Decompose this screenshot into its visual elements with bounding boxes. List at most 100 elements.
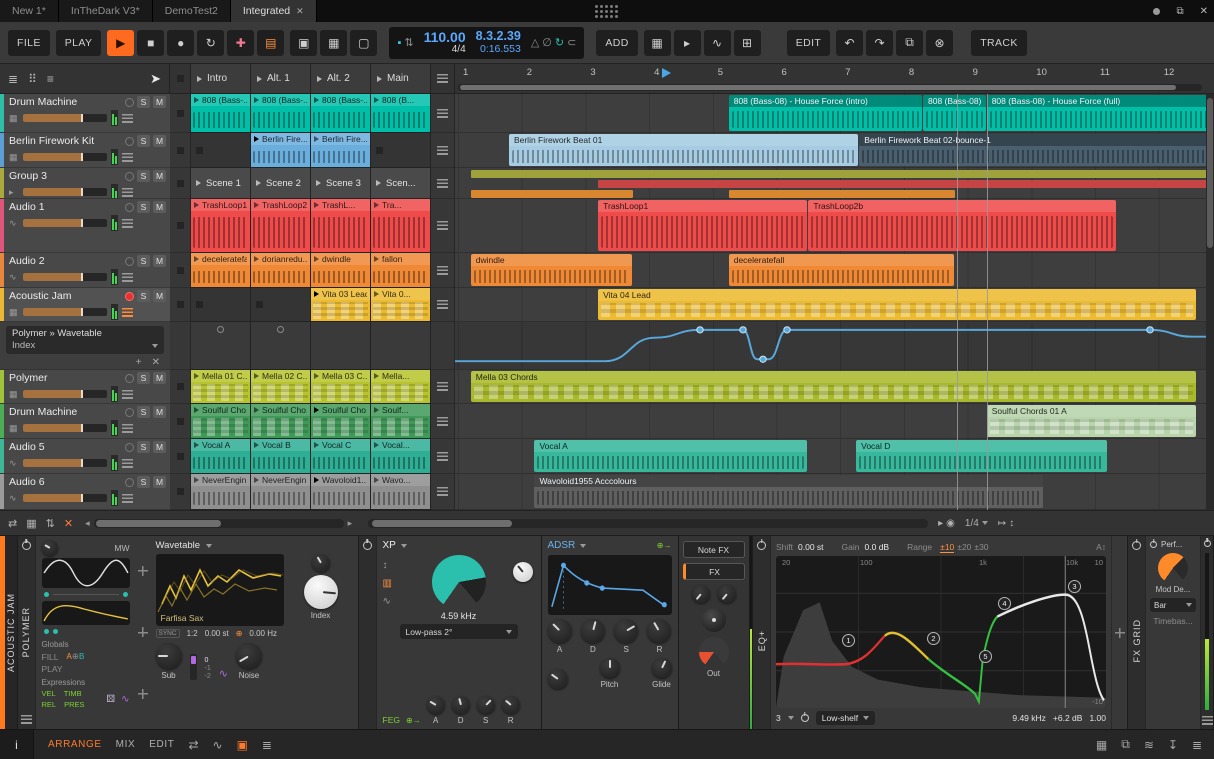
clip-stop-button[interactable] bbox=[170, 168, 190, 199]
crossfade-mode-icon[interactable]: ▢ bbox=[350, 29, 378, 56]
mappings-icon[interactable]: ≋ bbox=[1144, 738, 1154, 752]
launcher-clip[interactable]: TrashLoop1 bbox=[191, 199, 251, 252]
clip-play-icon[interactable] bbox=[314, 407, 319, 413]
launcher-clip[interactable]: Berlin Fire... bbox=[251, 133, 311, 167]
xp-device-name[interactable]: XP bbox=[383, 540, 396, 551]
duplicate-icon[interactable]: ⧉ bbox=[896, 29, 924, 56]
add-filter-icon[interactable] bbox=[137, 627, 148, 638]
track-header[interactable]: Berlin Firework Kit S M ▦ bbox=[0, 133, 170, 168]
adsr-knobs-knob[interactable]: A bbox=[547, 619, 572, 654]
engine-status-icon[interactable] bbox=[1153, 7, 1161, 15]
scene-header[interactable]: Alt. 1 bbox=[251, 64, 311, 93]
clip-play-icon[interactable] bbox=[314, 373, 319, 379]
arranger-clip[interactable]: Mella 03 Chords bbox=[470, 371, 1196, 402]
project-panel-icon[interactable]: ⧉ bbox=[1121, 737, 1130, 752]
time-signature-value[interactable]: 4/4 bbox=[452, 44, 466, 56]
automation-curve[interactable] bbox=[455, 322, 1206, 369]
mute-button[interactable]: M bbox=[153, 170, 166, 182]
volume-slider[interactable] bbox=[23, 273, 107, 281]
play-scene-icon[interactable] bbox=[317, 75, 322, 82]
arranger-clip[interactable]: Vocal D bbox=[856, 440, 1107, 472]
track-header[interactable]: Polymer S M ▦ bbox=[0, 370, 170, 404]
automation-add-button[interactable]: + bbox=[136, 357, 142, 368]
clip-stop-button[interactable] bbox=[170, 133, 190, 168]
xp-mode-icon[interactable]: ▥ bbox=[383, 578, 392, 589]
fx-button[interactable]: FX bbox=[682, 563, 745, 580]
launcher-clip[interactable]: Mella... bbox=[371, 370, 431, 403]
launcher-clip[interactable]: Wavoloid1... bbox=[311, 474, 371, 509]
launcher-clip[interactable]: 808 (Bass-... bbox=[191, 94, 251, 132]
clip-play-icon[interactable] bbox=[254, 477, 259, 483]
clip-play-icon[interactable] bbox=[374, 291, 379, 297]
eq-band-type-select[interactable]: Low-shelf bbox=[815, 711, 876, 725]
sync-badge[interactable]: SYNC bbox=[155, 629, 180, 638]
launcher-clip[interactable]: Vocal C bbox=[311, 439, 371, 473]
xp-cutoff-knob[interactable] bbox=[431, 555, 486, 609]
grid-toggle-icon[interactable]: ▦ bbox=[26, 517, 36, 530]
mute-button[interactable]: M bbox=[153, 476, 166, 488]
add-arrow-icon[interactable]: ▸ bbox=[673, 29, 701, 56]
record-arm-button[interactable] bbox=[125, 171, 134, 181]
clip-play-icon[interactable] bbox=[374, 477, 379, 483]
clip-play-icon[interactable] bbox=[374, 442, 379, 448]
clip-stop-button[interactable] bbox=[170, 199, 190, 253]
add-envelope-icon[interactable] bbox=[137, 689, 148, 700]
eq-range-option[interactable]: ±20 bbox=[957, 542, 971, 552]
send-a-knob[interactable] bbox=[691, 585, 710, 603]
position-value[interactable]: 8.3.2.39 bbox=[476, 30, 521, 43]
track-menu-icon[interactable] bbox=[122, 152, 133, 162]
solo-button[interactable]: S bbox=[137, 96, 150, 108]
mute-button[interactable]: M bbox=[153, 201, 166, 213]
automation-clip-slot[interactable] bbox=[371, 322, 431, 369]
index-knob[interactable]: Index bbox=[303, 575, 338, 620]
view-button-edit[interactable]: EDIT bbox=[149, 739, 174, 750]
device-chooser[interactable]: Polymer » Wavetable Index bbox=[6, 326, 164, 354]
onscreen-keyboard-icon[interactable]: ≣ bbox=[1192, 738, 1202, 752]
launcher-clip[interactable]: 808 (Bass-... bbox=[251, 94, 311, 132]
eq-band-handle[interactable]: 4 bbox=[998, 597, 1011, 610]
play-scene-icon[interactable] bbox=[377, 75, 382, 82]
play-button[interactable]: ▶ bbox=[107, 29, 135, 56]
launcher-clip[interactable]: Wavo... bbox=[371, 474, 431, 509]
launcher-clip[interactable]: Vocal A bbox=[191, 439, 251, 473]
track-header[interactable]: Drum Machine S M ▦ bbox=[0, 404, 170, 439]
arranger-clip[interactable]: 808 (Bass-08) - House Force (full) bbox=[986, 95, 1206, 131]
grid-size-select[interactable]: 1/4 bbox=[965, 518, 988, 529]
clip-play-icon[interactable] bbox=[314, 256, 319, 262]
eq-band-handle[interactable]: 2 bbox=[927, 632, 940, 645]
solo-button[interactable]: S bbox=[137, 441, 150, 453]
solo-button[interactable]: S bbox=[137, 476, 150, 488]
clip-play-icon[interactable] bbox=[256, 180, 261, 186]
arranger-clip[interactable]: Berlin Firework Beat 02-bounce-1 bbox=[859, 134, 1206, 166]
send-b-knob[interactable] bbox=[717, 585, 736, 603]
fx-grid-power-button[interactable] bbox=[1132, 541, 1141, 550]
clip-stop-button[interactable] bbox=[170, 94, 190, 133]
launcher-scrollbar[interactable] bbox=[93, 518, 344, 528]
transport-display[interactable]: ▪ ⇅ 110.00 4/4 8.3.2.39 0:16.553 △ ∅ ↻ ⊂ bbox=[389, 26, 585, 59]
timebase-label[interactable]: Timebas... bbox=[1153, 616, 1192, 626]
volume-slider[interactable] bbox=[23, 219, 107, 227]
clip-play-icon[interactable] bbox=[194, 442, 199, 448]
clip-play-icon[interactable] bbox=[314, 291, 319, 297]
expression-label[interactable]: VEL bbox=[42, 689, 56, 698]
clip-play-icon[interactable] bbox=[194, 407, 199, 413]
eq-range-option[interactable]: ±10 bbox=[940, 541, 955, 553]
note-fx-button[interactable]: Note FX bbox=[682, 541, 745, 558]
clip-stop-button[interactable] bbox=[170, 439, 190, 474]
eq-auto-gain-icon[interactable]: A↕ bbox=[1096, 542, 1106, 552]
launcher-clip[interactable]: Vita 0... bbox=[371, 288, 431, 321]
launcher-clip[interactable]: Mella 02 C... bbox=[251, 370, 311, 403]
clip-play-icon[interactable] bbox=[194, 477, 199, 483]
eq-band-freq-value[interactable]: 9.49 kHz bbox=[1012, 713, 1046, 723]
device-track-strip[interactable]: ACOUSTIC JAM bbox=[0, 536, 18, 729]
adsr-bottom-knobs-knob[interactable]: Pitch bbox=[599, 658, 620, 689]
launcher-clip[interactable]: 808 (Bass-... bbox=[311, 94, 371, 132]
sort-icon[interactable]: ⇅ bbox=[46, 517, 55, 530]
clip-play-icon[interactable] bbox=[254, 256, 259, 262]
download-icon[interactable]: ↧ bbox=[1168, 738, 1178, 752]
launcher-overdub-icon[interactable]: ▣ bbox=[290, 29, 318, 56]
scene-header[interactable]: Intro bbox=[191, 64, 251, 93]
scene-row-options[interactable] bbox=[431, 288, 454, 322]
scene-row-options[interactable] bbox=[431, 474, 454, 510]
metronome-icon[interactable]: △ bbox=[531, 36, 539, 49]
